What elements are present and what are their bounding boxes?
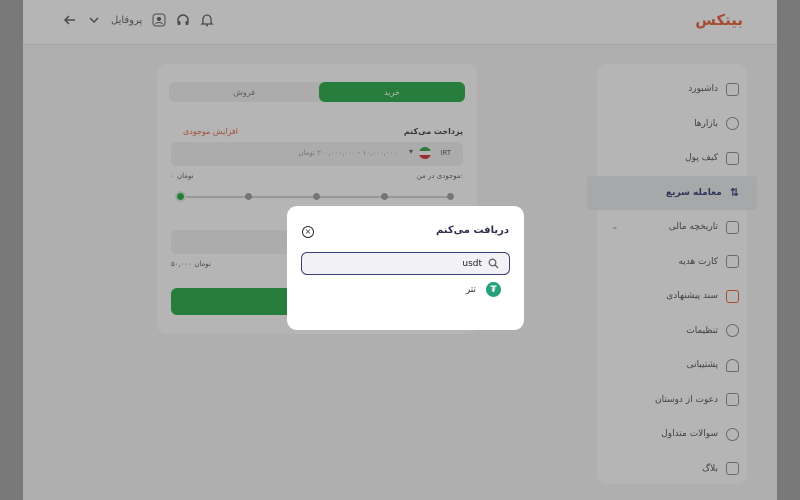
tether-icon: ₮: [486, 282, 501, 297]
receive-asset-modal: دریافت می‌کنم × تتر ₮: [287, 206, 524, 330]
search-icon: [488, 258, 499, 269]
search-field[interactable]: [301, 252, 510, 275]
modal-title: دریافت می‌کنم: [435, 225, 509, 236]
result-label: تتر: [465, 284, 476, 295]
list-item[interactable]: تتر ₮: [466, 282, 501, 297]
search-input[interactable]: [308, 255, 482, 272]
close-icon[interactable]: ×: [302, 226, 314, 238]
